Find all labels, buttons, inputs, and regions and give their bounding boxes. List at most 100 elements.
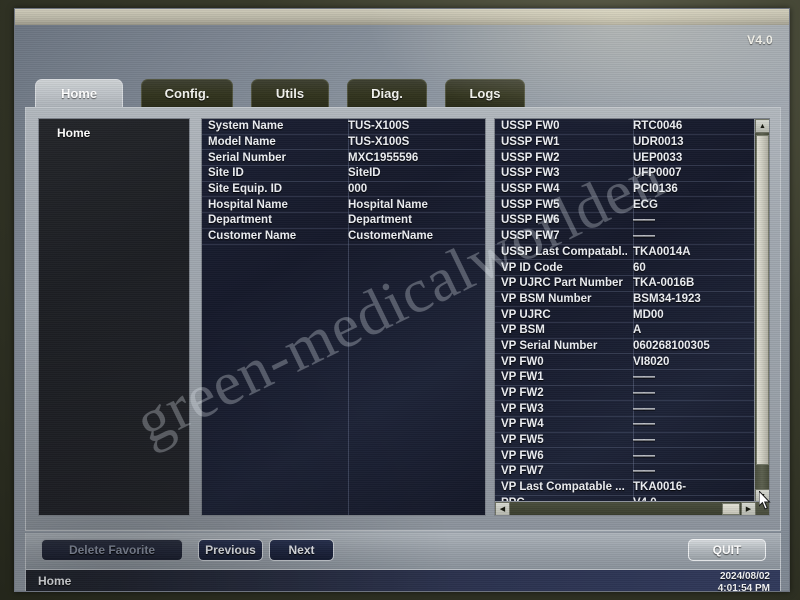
tree-item-home[interactable]: Home: [57, 126, 189, 140]
table-row[interactable]: Model Name TUS-X100S: [202, 135, 485, 151]
vertical-scrollbar-thumb[interactable]: [756, 135, 769, 465]
system-info-rows: System Name TUS-X100S Model Name TUS-X100S S…: [202, 119, 485, 245]
row-key: VP FW1: [501, 371, 544, 384]
table-row[interactable]: VP UJRC MD00: [495, 307, 769, 323]
table-row[interactable]: USSP FW6 ——: [495, 213, 769, 229]
row-key: VP FW6: [501, 449, 544, 462]
tab-home[interactable]: Home: [35, 79, 123, 107]
table-row[interactable]: VP FW0 VI8020: [495, 354, 769, 370]
row-key: VP FW0: [501, 355, 544, 368]
quit-button[interactable]: QUIT: [688, 539, 766, 561]
row-key: USSP FW6: [501, 214, 560, 227]
firmware-info-rows: USSP FW0 RTC0046 USSP FW1 UDR0013 USSP FW2 UE…: [495, 119, 769, 512]
tab-label: Config.: [164, 86, 210, 101]
scrollbar-corner: [756, 502, 769, 515]
table-row[interactable]: Hospital Name Hospital Name: [202, 197, 485, 214]
table-row[interactable]: VP BSM A: [495, 323, 769, 339]
row-key: USSP FW2: [501, 151, 560, 164]
previous-button[interactable]: Previous: [198, 539, 263, 561]
row-key: VP ID Code: [501, 261, 563, 274]
row-key: VP FW4: [501, 418, 544, 431]
table-row[interactable]: VP ID Code 60: [495, 260, 769, 276]
table-row[interactable]: VP FW6 ——: [495, 448, 769, 465]
delete-favorite-button[interactable]: Delete Favorite: [41, 539, 183, 561]
row-value: ——: [633, 230, 655, 243]
next-button[interactable]: Next: [269, 539, 334, 561]
table-row[interactable]: VP Last Compatable ... TKA0016-: [495, 480, 769, 496]
table-row[interactable]: Site Equip. ID 000: [202, 182, 485, 198]
row-value: ——: [633, 465, 655, 478]
table-row[interactable]: USSP FW1 UDR0013: [495, 135, 769, 151]
table-row[interactable]: USSP FW4 PCI0136: [495, 182, 769, 198]
row-key: VP Last Compatable ...: [501, 481, 625, 494]
row-value: Department: [348, 214, 412, 227]
row-key: USSP FW4: [501, 183, 560, 196]
tab-config[interactable]: Config.: [141, 79, 233, 107]
row-value: TUS-X100S: [348, 136, 410, 149]
table-row[interactable]: USSP FW7 ——: [495, 229, 769, 245]
tab-logs[interactable]: Logs: [445, 79, 525, 107]
table-row[interactable]: VP FW4 ——: [495, 417, 769, 433]
row-value: TKA0014A: [633, 245, 691, 258]
status-label: Home: [38, 574, 72, 588]
row-value: Hospital Name: [348, 198, 428, 211]
tab-label: Diag.: [371, 86, 403, 101]
table-row[interactable]: Customer Name CustomerName: [202, 229, 485, 245]
row-key: VP UJRC: [501, 308, 551, 321]
row-value: ——: [633, 371, 655, 384]
row-value: 000: [348, 183, 368, 196]
table-row[interactable]: USSP FW5 ECG: [495, 197, 769, 214]
table-row[interactable]: System Name TUS-X100S: [202, 119, 485, 135]
row-value: 60: [633, 261, 646, 274]
tab-utils[interactable]: Utils: [251, 79, 329, 107]
row-key: VP FW2: [501, 387, 544, 400]
row-key: USSP FW0: [501, 120, 560, 133]
row-key: USSP Last Compatabl...: [501, 245, 627, 258]
status-date: 2024/08/02: [719, 571, 770, 582]
tab-diag[interactable]: Diag.: [347, 79, 427, 107]
horizontal-scrollbar[interactable]: ◀ ▶: [495, 501, 769, 515]
row-value: BSM34-1923: [633, 292, 701, 305]
row-key: Model Name: [208, 136, 276, 149]
table-row[interactable]: Serial Number MXC1955596: [202, 150, 485, 167]
row-key: VP FW3: [501, 402, 544, 415]
status-bar: Home 2024/08/02 4:01:54 PM: [25, 569, 781, 592]
tab-label: Home: [60, 86, 98, 101]
row-value: ——: [633, 418, 655, 431]
vertical-scrollbar[interactable]: ▲ ▼: [754, 119, 769, 503]
table-row[interactable]: VP FW7 ——: [495, 464, 769, 480]
row-key: Site ID: [208, 167, 244, 180]
row-value: A: [633, 324, 642, 337]
table-row[interactable]: VP FW2 ——: [495, 386, 769, 402]
row-key: VP FW7: [501, 465, 544, 478]
scroll-up-icon[interactable]: ▲: [755, 119, 769, 133]
row-value: ——: [633, 449, 655, 462]
button-bar: Delete Favorite Previous Next QUIT: [25, 533, 781, 569]
table-row[interactable]: Site ID SiteID: [202, 166, 485, 182]
scroll-right-icon[interactable]: ▶: [741, 502, 756, 515]
row-key: USSP FW7: [501, 230, 560, 243]
row-value: MXC1955596: [348, 151, 419, 164]
table-row[interactable]: VP UJRC Part Number TKA-0016B: [495, 276, 769, 292]
table-row[interactable]: USSP FW2 UEP0033: [495, 150, 769, 167]
tab-bar: Home Config. Utils Diag. Logs: [25, 79, 781, 107]
table-row[interactable]: USSP Last Compatabl... TKA0014A: [495, 245, 769, 261]
status-time: 4:01:54 PM: [717, 583, 770, 592]
table-row[interactable]: VP FW1 ——: [495, 370, 769, 386]
table-row[interactable]: VP Serial Number 060268100305: [495, 339, 769, 355]
table-row[interactable]: Department Department: [202, 213, 485, 229]
horizontal-scrollbar-thumb[interactable]: [722, 503, 740, 515]
scroll-left-icon[interactable]: ◀: [495, 502, 510, 515]
tab-label: Utils: [275, 86, 305, 101]
bezel-strip: [15, 9, 789, 25]
row-value: PCI0136: [633, 183, 678, 196]
table-row[interactable]: VP FW5 ——: [495, 433, 769, 449]
table-row[interactable]: USSP FW0 RTC0046: [495, 119, 769, 135]
table-row[interactable]: VP FW3 ——: [495, 401, 769, 418]
row-value: RTC0046: [633, 120, 683, 133]
row-key: VP BSM Number: [501, 292, 592, 305]
table-row[interactable]: VP BSM Number BSM34-1923: [495, 292, 769, 308]
row-key: USSP FW1: [501, 136, 560, 149]
table-row[interactable]: USSP FW3 UFP0007: [495, 166, 769, 182]
content-panel: Home System Name TUS-X100S Model Name TUS-X…: [25, 107, 781, 531]
